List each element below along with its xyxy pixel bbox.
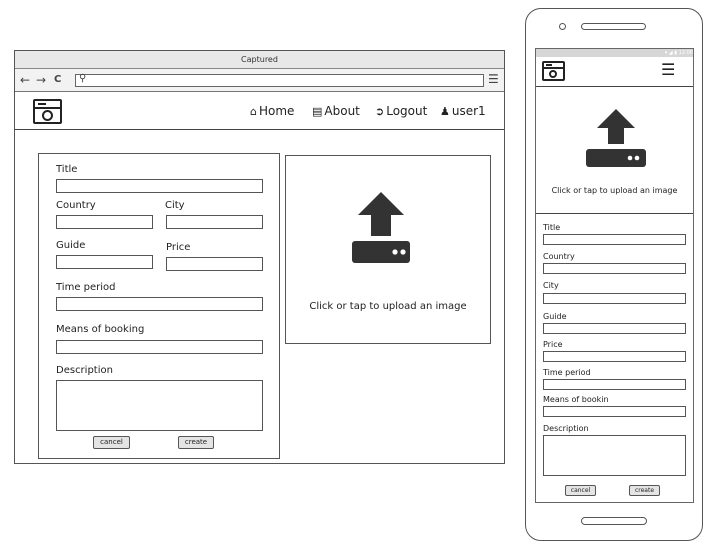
nav-about-link[interactable]: ▤ About bbox=[312, 104, 360, 118]
upload-icon bbox=[586, 109, 646, 167]
create-button[interactable]: create bbox=[178, 436, 214, 449]
status-bar: ▾ ◢ ▮ 12:00 bbox=[536, 49, 693, 57]
forward-arrow-icon[interactable]: → bbox=[36, 73, 46, 87]
title-input[interactable] bbox=[56, 179, 263, 193]
phone-description-label: Description bbox=[543, 424, 589, 433]
address-bar[interactable]: ⚲ bbox=[75, 73, 484, 87]
user-icon: ♟ bbox=[440, 105, 450, 118]
phone-price-label: Price bbox=[543, 340, 563, 349]
phone-booking-label: Means of bookin bbox=[543, 395, 609, 404]
hamburger-icon[interactable]: ☰ bbox=[661, 62, 675, 78]
city-input[interactable] bbox=[166, 215, 263, 229]
description-label: Description bbox=[56, 365, 113, 376]
price-input[interactable] bbox=[166, 257, 263, 271]
description-textarea[interactable] bbox=[56, 380, 263, 431]
camera-logo-icon[interactable] bbox=[33, 99, 62, 124]
front-camera-icon bbox=[559, 23, 566, 30]
phone-device: ▾ ◢ ▮ 12:00 ☰ Click or tap to upload an … bbox=[525, 8, 703, 541]
nav-home-link[interactable]: ⌂ Home bbox=[250, 104, 294, 118]
hamburger-icon[interactable]: ☰ bbox=[488, 72, 499, 86]
booking-input[interactable] bbox=[56, 340, 263, 354]
country-input[interactable] bbox=[56, 215, 153, 229]
home-button[interactable] bbox=[581, 517, 647, 525]
phone-title-label: Title bbox=[543, 223, 561, 232]
book-icon: ▤ bbox=[312, 105, 323, 118]
phone-description-textarea[interactable] bbox=[543, 435, 686, 476]
browser-window: Captured ← → C ⚲ ☰ ⌂ Home ▤ About ➲ Logout … bbox=[14, 50, 505, 464]
phone-booking-input[interactable] bbox=[543, 406, 686, 417]
phone-country-input[interactable] bbox=[543, 263, 686, 274]
price-label: Price bbox=[166, 242, 191, 253]
phone-guide-input[interactable] bbox=[543, 323, 686, 334]
nav-logout-link[interactable]: ➲ Logout bbox=[375, 104, 427, 118]
reload-icon[interactable]: C bbox=[54, 73, 61, 87]
back-arrow-icon[interactable]: ← bbox=[20, 73, 30, 87]
phone-city-label: City bbox=[543, 281, 559, 290]
phone-city-input[interactable] bbox=[543, 293, 686, 304]
speaker-slot bbox=[581, 23, 646, 30]
time-period-label: Time period bbox=[56, 282, 116, 293]
phone-price-input[interactable] bbox=[543, 351, 686, 362]
guide-label: Guide bbox=[56, 240, 86, 251]
phone-country-label: Country bbox=[543, 252, 575, 261]
upload-instruction: Click or tap to upload an image bbox=[309, 301, 467, 312]
nav-user-link[interactable]: ♟ user1 bbox=[440, 104, 486, 118]
image-upload-area[interactable]: Click or tap to upload an image bbox=[285, 155, 491, 344]
phone-time-period-input[interactable] bbox=[543, 379, 686, 390]
phone-app-header: ☰ bbox=[536, 57, 693, 87]
cancel-button[interactable]: cancel bbox=[93, 436, 130, 449]
country-label: Country bbox=[56, 200, 96, 211]
camera-logo-icon[interactable] bbox=[542, 61, 565, 81]
window-title: Captured bbox=[15, 51, 504, 69]
app-header: ⌂ Home ▤ About ➲ Logout ♟ user1 bbox=[15, 93, 504, 130]
magnifier-icon: ⚲ bbox=[79, 73, 87, 84]
upload-icon bbox=[352, 192, 410, 263]
phone-cancel-button[interactable]: cancel bbox=[565, 485, 596, 496]
browser-toolbar: ← → C ⚲ ☰ bbox=[15, 69, 504, 92]
phone-image-upload-area[interactable]: Click or tap to upload an image bbox=[536, 87, 693, 214]
home-icon: ⌂ bbox=[250, 105, 257, 118]
phone-create-button[interactable]: create bbox=[629, 485, 660, 496]
phone-time-period-label: Time period bbox=[543, 368, 591, 377]
time-period-input[interactable] bbox=[56, 297, 263, 311]
guide-input[interactable] bbox=[56, 255, 153, 269]
booking-label: Means of booking bbox=[56, 324, 145, 335]
phone-guide-label: Guide bbox=[543, 312, 567, 321]
phone-upload-instruction: Click or tap to upload an image bbox=[551, 186, 678, 195]
trip-form: Title Country City Guide Price Time peri… bbox=[38, 153, 280, 459]
title-label: Title bbox=[56, 164, 78, 175]
phone-screen: ▾ ◢ ▮ 12:00 ☰ Click or tap to upload an … bbox=[535, 48, 694, 503]
phone-title-input[interactable] bbox=[543, 234, 686, 245]
logout-icon: ➲ bbox=[375, 105, 385, 118]
city-label: City bbox=[165, 200, 185, 211]
